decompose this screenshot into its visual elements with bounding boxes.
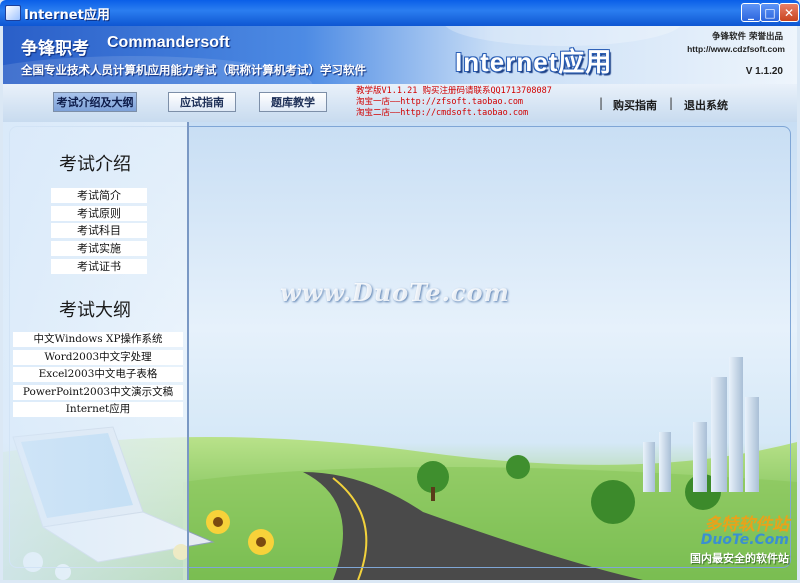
nav-guide-button[interactable]: 应试指南 [168, 92, 236, 112]
promo-line: 淘宝二店——http://cmdsoft.taobao.com [356, 108, 529, 118]
header-banner: 争锋职考 Commandersoft 全国专业技术人员计算机应用能力考试（职称计… [3, 26, 797, 84]
nav-question-bank-button[interactable]: 题库教学 [259, 92, 327, 112]
subtitle: 全国专业技术人员计算机应用能力考试（职称计算机考试）学习软件 [21, 63, 366, 77]
separator: | [669, 96, 674, 110]
window-title: Internet应用 [24, 8, 110, 23]
sidebar: 考试介绍 考试简介 考试原则 考试科目 考试实施 考试证书 考试大纲 中文Win… [3, 122, 189, 580]
minimize-button[interactable]: _ [741, 3, 761, 22]
promo-line: 淘宝一店——http://zfsoft.taobao.com [356, 97, 524, 107]
buy-guide-link[interactable]: 购买指南 [613, 97, 657, 113]
sidebar-item-exam-subjects[interactable]: 考试科目 [51, 223, 147, 238]
brand-en: Commandersoft [107, 34, 230, 51]
corner-watermark-en: DuoTe.Com [700, 532, 789, 548]
sidebar-item-powerpoint2003[interactable]: PowerPoint2003中文演示文稿 [13, 385, 183, 400]
version-label: V 1.1.20 [745, 66, 783, 77]
nav-exam-intro-button[interactable]: 考试介绍及大纲 [53, 92, 137, 112]
center-watermark: www.DuoTe.com [280, 278, 510, 307]
maximize-button[interactable]: □ [760, 3, 780, 22]
close-button[interactable]: ✕ [779, 3, 799, 22]
sidebar-item-word2003[interactable]: Word2003中文字处理 [13, 350, 183, 365]
section-title-intro: 考试介绍 [59, 154, 131, 175]
sidebar-item-excel2003[interactable]: Excel2003中文电子表格 [13, 367, 183, 382]
main-area: 考试介绍 考试简介 考试原则 考试科目 考试实施 考试证书 考试大纲 中文Win… [3, 122, 797, 580]
sidebar-item-exam-certificate[interactable]: 考试证书 [51, 259, 147, 274]
sidebar-item-windows-xp[interactable]: 中文Windows XP操作系统 [13, 332, 183, 347]
app-title: Internet应用 [455, 47, 613, 77]
company-url: http://www.cdzfsoft.com [687, 44, 785, 54]
company-label: 争锋软件 荣誉出品 [712, 32, 783, 42]
promo-text: 教学版V1.1.21 购买注册码请联系QQ1713708087 淘宝一店——ht… [356, 84, 591, 122]
sidebar-item-exam-overview[interactable]: 考试简介 [51, 188, 147, 203]
promo-line: 教学版V1.1.21 购买注册码请联系QQ1713708087 [356, 86, 552, 96]
section-title-syllabus: 考试大纲 [59, 300, 131, 321]
brand-cn: 争锋职考 [21, 39, 89, 59]
sidebar-item-exam-implementation[interactable]: 考试实施 [51, 241, 147, 256]
app-icon [5, 5, 21, 21]
separator: | [599, 96, 604, 110]
title-bar: Internet应用 _ □ ✕ [0, 0, 800, 26]
nav-bar: 考试介绍及大纲 应试指南 题库教学 教学版V1.1.21 购买注册码请联系QQ1… [3, 84, 797, 123]
corner-watermark-slogan: 国内最安全的软件站 [690, 552, 789, 565]
exit-link[interactable]: 退出系统 [684, 97, 728, 113]
sidebar-item-exam-principle[interactable]: 考试原则 [51, 206, 147, 221]
sidebar-item-internet[interactable]: Internet应用 [13, 402, 183, 417]
